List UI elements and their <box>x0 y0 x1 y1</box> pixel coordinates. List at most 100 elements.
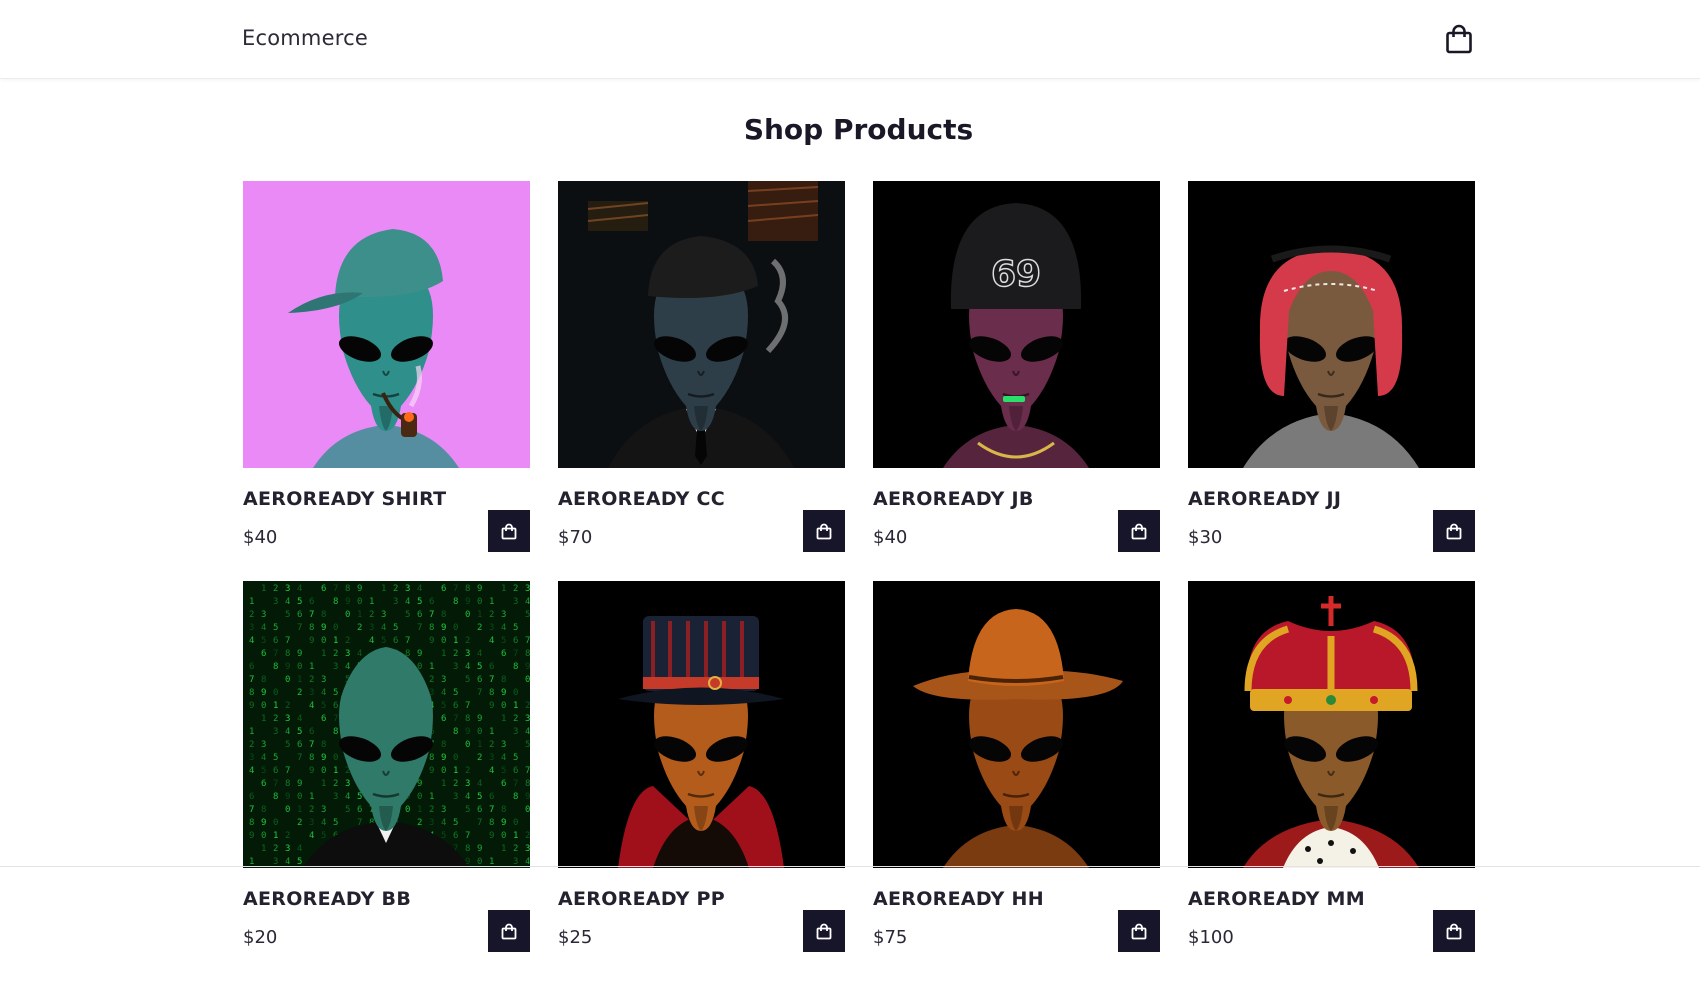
product-name[interactable]: AEROREADY HH <box>873 888 1044 910</box>
product-name[interactable]: AEROREADY BB <box>243 888 411 910</box>
svg-text:0: 0 <box>297 792 302 802</box>
product-image[interactable] <box>558 581 845 868</box>
add-to-cart-button[interactable] <box>803 510 845 552</box>
svg-text:8: 8 <box>453 727 458 737</box>
add-to-cart-button[interactable] <box>488 910 530 952</box>
svg-text:9: 9 <box>525 792 530 802</box>
product-grid: AEROREADY SHIRT $40 AEROREADY CC $70 69 AEROR… <box>243 181 1476 971</box>
top-navbar: Ecommerce <box>0 0 1700 79</box>
add-to-cart-button[interactable] <box>803 910 845 952</box>
svg-text:1: 1 <box>297 675 302 685</box>
product-name[interactable]: AEROREADY CC <box>558 488 725 510</box>
product-image[interactable] <box>243 181 530 468</box>
svg-text:4: 4 <box>297 714 302 724</box>
svg-text:9: 9 <box>417 649 422 659</box>
divider <box>0 866 1700 867</box>
svg-text:7: 7 <box>465 831 470 841</box>
product-card: AEROREADY JJ $30 <box>1188 181 1475 552</box>
svg-text:8: 8 <box>285 649 290 659</box>
svg-text:1: 1 <box>489 597 494 607</box>
brand-logo[interactable]: Ecommerce <box>242 26 368 50</box>
svg-text:2: 2 <box>513 714 518 724</box>
svg-text:3: 3 <box>453 792 458 802</box>
svg-text:3: 3 <box>489 623 494 633</box>
cart-button[interactable] <box>1442 22 1476 56</box>
product-card: 1234678912346789113456890134568901235678… <box>243 581 530 952</box>
product-name[interactable]: AEROREADY PP <box>558 888 725 910</box>
svg-text:3: 3 <box>501 740 506 750</box>
product-price: $20 <box>243 927 278 948</box>
add-to-cart-button[interactable] <box>1118 910 1160 952</box>
svg-text:8: 8 <box>465 844 470 854</box>
svg-text:5: 5 <box>393 623 398 633</box>
svg-text:6: 6 <box>333 701 338 711</box>
svg-text:0: 0 <box>441 636 446 646</box>
svg-text:4: 4 <box>309 831 314 841</box>
svg-text:4: 4 <box>489 766 494 776</box>
add-to-cart-button[interactable] <box>1433 910 1475 952</box>
svg-text:5: 5 <box>477 792 482 802</box>
svg-text:9: 9 <box>285 662 290 672</box>
svg-text:7: 7 <box>333 714 338 724</box>
svg-text:9: 9 <box>441 753 446 763</box>
svg-text:3: 3 <box>513 597 518 607</box>
product-card: AEROREADY MM $100 <box>1188 581 1475 952</box>
svg-text:2: 2 <box>273 844 278 854</box>
product-image[interactable] <box>1188 581 1475 868</box>
svg-text:3: 3 <box>273 597 278 607</box>
svg-text:8: 8 <box>441 740 446 750</box>
svg-text:8: 8 <box>309 753 314 763</box>
svg-text:3: 3 <box>309 818 314 828</box>
svg-text:9: 9 <box>489 831 494 841</box>
svg-text:2: 2 <box>513 584 518 594</box>
svg-text:4: 4 <box>405 597 410 607</box>
add-to-cart-button[interactable] <box>488 510 530 552</box>
svg-text:3: 3 <box>261 740 266 750</box>
product-image[interactable] <box>1188 181 1475 468</box>
svg-text:3: 3 <box>285 584 290 594</box>
svg-text:9: 9 <box>249 831 254 841</box>
svg-text:3: 3 <box>441 675 446 685</box>
add-to-cart-button[interactable] <box>1433 510 1475 552</box>
svg-text:3: 3 <box>525 584 530 594</box>
svg-text:5: 5 <box>321 701 326 711</box>
svg-text:1: 1 <box>309 792 314 802</box>
svg-text:5: 5 <box>453 818 458 828</box>
shopping-bag-icon <box>501 523 517 539</box>
product-image[interactable] <box>873 581 1160 868</box>
svg-text:3: 3 <box>381 610 386 620</box>
svg-text:0: 0 <box>417 792 422 802</box>
svg-text:4: 4 <box>465 662 470 672</box>
product-image[interactable] <box>558 181 845 468</box>
svg-text:5: 5 <box>333 688 338 698</box>
svg-text:7: 7 <box>309 740 314 750</box>
svg-text:7: 7 <box>273 779 278 789</box>
svg-text:3: 3 <box>345 779 350 789</box>
svg-text:4: 4 <box>465 792 470 802</box>
svg-text:8: 8 <box>249 688 254 698</box>
svg-text:7: 7 <box>405 636 410 646</box>
svg-text:2: 2 <box>513 844 518 854</box>
product-price: $70 <box>558 527 593 548</box>
svg-text:0: 0 <box>333 753 338 763</box>
svg-text:8: 8 <box>453 597 458 607</box>
svg-text:1: 1 <box>501 844 506 854</box>
svg-text:6: 6 <box>489 662 494 672</box>
svg-text:9: 9 <box>429 766 434 776</box>
svg-text:6: 6 <box>453 701 458 711</box>
svg-text:5: 5 <box>501 636 506 646</box>
product-image[interactable]: 69 <box>873 181 1160 468</box>
product-image[interactable]: 1234678912346789113456890134568901235678… <box>243 581 530 868</box>
svg-text:7: 7 <box>477 818 482 828</box>
product-price: $40 <box>873 527 908 548</box>
product-name[interactable]: AEROREADY MM <box>1188 888 1365 910</box>
product-name[interactable]: AEROREADY JB <box>873 488 1034 510</box>
svg-text:1: 1 <box>429 792 434 802</box>
add-to-cart-button[interactable] <box>1118 510 1160 552</box>
svg-text:6: 6 <box>441 584 446 594</box>
svg-text:7: 7 <box>489 675 494 685</box>
svg-text:3: 3 <box>429 818 434 828</box>
product-name[interactable]: AEROREADY JJ <box>1188 488 1341 510</box>
svg-text:8: 8 <box>441 610 446 620</box>
product-name[interactable]: AEROREADY SHIRT <box>243 488 446 510</box>
